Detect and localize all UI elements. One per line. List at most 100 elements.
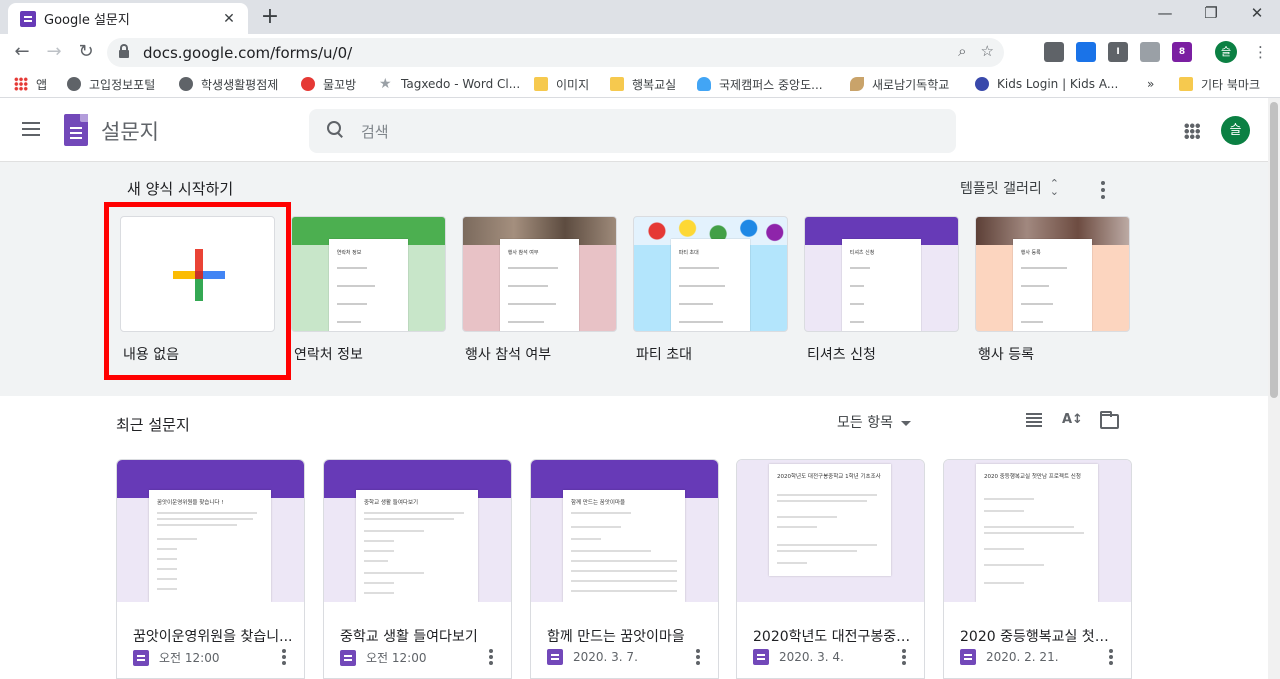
bookmark-item[interactable]: 학생생활평점제 (179, 75, 278, 93)
bookmark-star-icon[interactable]: ☆ (981, 42, 994, 60)
recent-form-card[interactable]: 꿈앗이운영위원을 찾습니다 ! 꿈앗이운영위원을 찾습니... 오전 12:00 (116, 459, 305, 679)
bookmark-item[interactable]: ★ Tagxedo - Word Cl... (379, 75, 520, 93)
form-date: 2020. 3. 7. (573, 650, 638, 664)
form-thumbnail: 중학교 생활 들여다보기 (324, 460, 511, 602)
form-title: 2020학년도 대전구봉중학... (753, 629, 913, 645)
bookmark-item[interactable]: 국제캠퍼스 중앙도... (697, 75, 823, 93)
template-contact-info[interactable]: 연락처 정보 연락처 정보 (291, 216, 446, 364)
bookmark-label: 고입정보포털 (89, 77, 156, 92)
extension-badge-icon[interactable]: 8 (1172, 42, 1192, 62)
recent-form-card[interactable]: 2020학년도 대전구봉중학교 1학년 기초조사 2020학년도 대전구봉중학.… (736, 459, 925, 679)
browser-tab[interactable]: Google 설문지 ✕ (8, 3, 248, 34)
reload-icon[interactable]: ↻ (74, 40, 98, 64)
bookmark-label: 행복교실 (632, 77, 677, 92)
forms-file-icon (133, 649, 149, 666)
form-more-icon[interactable] (488, 649, 494, 665)
form-date: 오전 12:00 (159, 651, 220, 665)
bookmark-apps[interactable]: 앱 (14, 75, 47, 93)
browser-toolbar: ← → ↻ docs.google.com/forms/u/0/ ⌕ ☆ EX … (0, 34, 1280, 70)
address-bar[interactable]: docs.google.com/forms/u/0/ ⌕ ☆ (107, 38, 1004, 67)
template-thumbnail: 연락처 정보 (291, 216, 446, 332)
url-text: docs.google.com/forms/u/0/ (143, 43, 353, 62)
form-date: 오전 12:00 (366, 651, 427, 665)
form-more-icon[interactable] (695, 649, 701, 665)
new-tab-icon[interactable]: + (258, 4, 282, 29)
back-icon[interactable]: ← (10, 40, 34, 64)
bookmark-item[interactable]: 물꼬방 (301, 75, 356, 93)
bookmark-other-folder[interactable]: 기타 북마크 (1179, 75, 1260, 93)
list-view-icon[interactable] (1025, 412, 1043, 428)
sort-az-icon[interactable]: A↕ (1062, 412, 1083, 428)
extension-ex-icon[interactable]: EX (1012, 42, 1032, 62)
browser-menu-icon[interactable]: ⋮ (1253, 41, 1268, 63)
recent-forms-title: 최근 설문지 (116, 416, 190, 434)
folder-icon (610, 77, 624, 91)
forward-icon[interactable]: → (42, 40, 66, 64)
form-more-icon[interactable] (901, 649, 907, 665)
unfold-more-icon: ⌃ ⌄ (1049, 177, 1059, 198)
dropdown-caret-icon (900, 420, 911, 426)
form-more-icon[interactable] (1108, 649, 1114, 665)
template-label: 행사 등록 (978, 347, 1034, 363)
globe-icon (179, 77, 193, 91)
extension-arrow-icon[interactable] (1076, 42, 1096, 62)
form-date: 2020. 3. 4. (779, 650, 844, 664)
template-more-icon[interactable] (1100, 181, 1106, 199)
template-thumbnail: 파티 초대 (633, 216, 788, 332)
owner-filter-dropdown[interactable]: 모든 항목 (837, 412, 911, 432)
recent-form-card[interactable]: 중학교 생활 들여다보기 중학교 생활 들여다보기 오전 12:00 (323, 459, 512, 679)
zoom-icon[interactable]: ⌕ (958, 42, 966, 60)
bookmark-item[interactable]: 고입정보포털 (67, 75, 155, 93)
bookmark-item[interactable]: Kids Login | Kids A... (975, 75, 1118, 93)
close-window-icon[interactable]: ✕ (1234, 4, 1280, 28)
gallery-label: 템플릿 갤러리 (960, 181, 1042, 197)
forms-app-bar: 설문지 검색 슬 (0, 98, 1268, 162)
minimize-icon[interactable]: — (1142, 4, 1188, 28)
form-thumbnail: 2020학년도 대전구봉중학교 1학년 기초조사 (737, 460, 924, 602)
bookmark-label: 물꼬방 (323, 77, 357, 92)
bookmarks-overflow-button[interactable]: » (1147, 75, 1154, 93)
recent-form-card[interactable]: 함께 만드는 꿈앗이마을 함께 만드는 꿈앗이마을 2020. 3. 7. (530, 459, 719, 679)
globe-icon (67, 77, 81, 91)
extension-i-icon[interactable]: I (1108, 42, 1128, 62)
scrollbar-thumb[interactable] (1270, 102, 1278, 398)
template-rsvp[interactable]: 행사 참석 여부 행사 참석 여부 (462, 216, 617, 364)
bookmark-item[interactable]: 새로남기독학교 (850, 75, 949, 93)
template-thumbnail: 티셔츠 신청 (804, 216, 959, 332)
kids-logo-icon (975, 77, 989, 91)
bookmark-label: 학생생활평점제 (201, 77, 279, 92)
close-tab-icon[interactable]: ✕ (220, 11, 238, 27)
form-thumbnail: 함께 만드는 꿈앗이마을 (531, 460, 718, 602)
search-icon[interactable] (327, 121, 343, 137)
bookmark-label: » (1147, 77, 1155, 91)
template-label: 파티 초대 (636, 347, 692, 363)
tab-title: Google 설문지 (44, 13, 130, 28)
template-gallery-button[interactable]: 템플릿 갤러리 ⌃ ⌄ (960, 178, 1059, 198)
main-menu-icon[interactable] (22, 122, 40, 136)
account-avatar[interactable]: 슬 (1221, 116, 1250, 145)
google-apps-icon[interactable] (1184, 123, 1200, 139)
browser-profile-avatar[interactable]: 슬 (1215, 41, 1237, 63)
template-party-invite[interactable]: 파티 초대 파티 초대 (633, 216, 788, 364)
bookmark-label: 새로남기독학교 (872, 77, 950, 92)
lock-icon (119, 44, 129, 58)
recent-form-card[interactable]: 2020 중등행복교실 첫만남 프로젝트 신청 2020 중등행복교실 첫만남.… (943, 459, 1132, 679)
forms-logo-icon[interactable] (64, 114, 88, 146)
page-scrollbar[interactable] (1268, 98, 1280, 679)
section-title: 새 양식 시작하기 (127, 180, 234, 198)
bookmark-label: 국제캠퍼스 중앙도... (719, 77, 823, 92)
form-more-icon[interactable] (281, 649, 287, 665)
bookmark-label: Tagxedo - Word Cl... (401, 77, 521, 91)
template-tshirt-signup[interactable]: 티셔츠 신청 티셔츠 신청 (804, 216, 959, 364)
search-input[interactable]: 검색 (309, 109, 956, 153)
forms-file-icon (340, 649, 356, 666)
forms-file-icon (753, 649, 769, 665)
extension-download-icon[interactable] (1140, 42, 1160, 62)
restore-icon[interactable]: ❐ (1188, 4, 1234, 28)
extension-screen-icon[interactable] (1044, 42, 1064, 62)
bookmark-folder[interactable]: 이미지 (534, 75, 589, 93)
file-picker-folder-icon[interactable] (1100, 411, 1119, 429)
forms-file-icon (960, 649, 976, 665)
template-event-registration[interactable]: 행사 등록 행사 등록 (975, 216, 1130, 364)
bookmark-folder[interactable]: 행복교실 (610, 75, 676, 93)
